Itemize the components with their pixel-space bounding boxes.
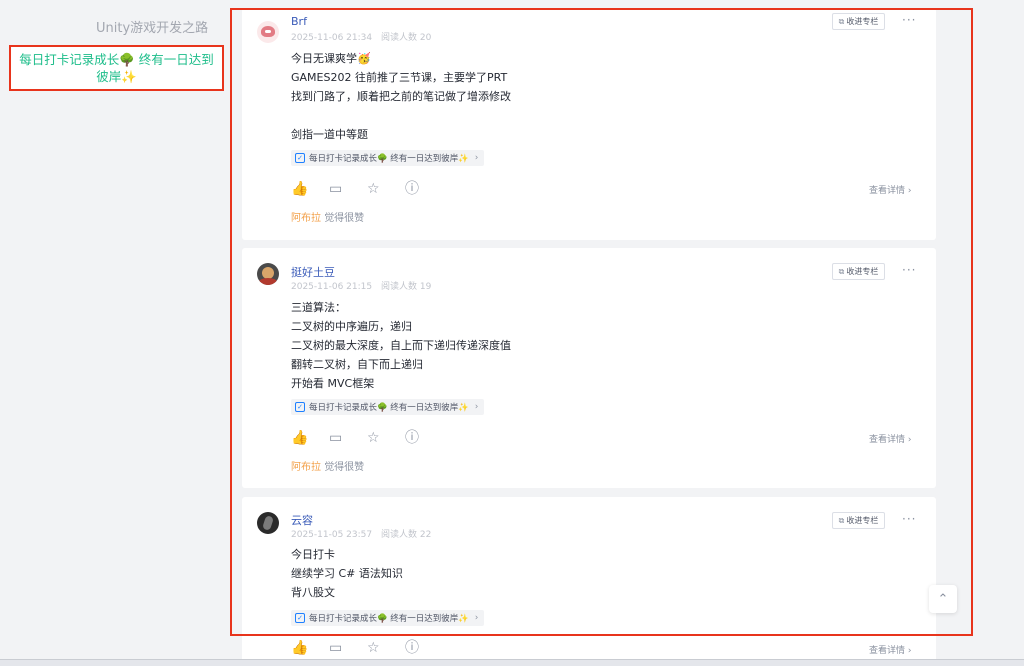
topic-tag[interactable]: ✓ 每日打卡记录成长🌳 终有一日达到彼岸✨ › — [291, 150, 485, 166]
topic-label: 每日打卡记录成长🌳 终有一日达到彼岸✨ — [309, 403, 469, 413]
author-name[interactable]: 云容 — [291, 512, 313, 528]
post-card: Brf 2025-11-06 21:34 阅读人数 20 ⧉ 收进专栏 ··· … — [242, 8, 936, 240]
topic-tag[interactable]: ✓ 每日打卡记录成长🌳 终有一日达到彼岸✨ › — [291, 610, 485, 626]
post-time: 2025-11-05 23:57 — [291, 530, 373, 540]
post-meta: 2025-11-06 21:34 阅读人数 20 — [291, 30, 437, 43]
collect-label: 收进专栏 — [846, 516, 879, 525]
post-card: 云容 2025-11-05 23:57 阅读人数 22 ⧉ 收进专栏 ··· 今… — [242, 497, 936, 666]
post-meta: 2025-11-06 21:15 阅读人数 19 — [291, 279, 437, 292]
more-button[interactable]: ··· — [902, 13, 916, 27]
more-button[interactable]: ··· — [902, 512, 916, 526]
post-actions: 👍 ▭ ☆ ⓘ — [291, 639, 451, 657]
topic-label: 每日打卡记录成长🌳 终有一日达到彼岸✨ — [309, 614, 469, 624]
collect-button[interactable]: ⧉ 收进专栏 — [832, 512, 885, 529]
avatar[interactable] — [257, 512, 279, 534]
horizontal-scrollbar[interactable] — [0, 659, 1024, 666]
detail-label: 查看详情 — [869, 186, 906, 196]
more-button[interactable]: ··· — [902, 263, 916, 277]
post-time: 2025-11-06 21:34 — [291, 33, 373, 43]
read-count: 阅读人数 22 — [380, 530, 432, 540]
view-detail-link[interactable]: 查看详情 › — [869, 432, 911, 445]
chevron-right-icon: › — [474, 613, 479, 623]
liked-user[interactable]: 阿布拉 — [291, 462, 321, 473]
thumbs-up-icon[interactable]: 👍 — [291, 429, 308, 447]
folder-icon: ⧉ — [838, 16, 845, 26]
folder-icon: ⧉ — [838, 515, 845, 525]
check-icon: ✓ — [295, 153, 305, 163]
thumbs-up-icon[interactable]: 👍 — [291, 180, 308, 198]
post-line: GAMES202 往前推了三节课，主要学了PRT — [291, 71, 508, 84]
check-icon: ✓ — [295, 613, 305, 623]
sidebar: Unity游戏开发之路 每日打卡记录成长🌳 终有一日达到彼岸✨ — [0, 0, 232, 666]
sidebar-item-active[interactable]: 每日打卡记录成长🌳 终有一日达到彼岸✨ — [9, 45, 224, 91]
collect-button[interactable]: ⧉ 收进专栏 — [832, 13, 885, 30]
avatar[interactable] — [257, 21, 279, 43]
sidebar-title[interactable]: Unity游戏开发之路 — [96, 17, 208, 36]
liked-suffix: 觉得很赞 — [324, 462, 365, 473]
check-icon: ✓ — [295, 402, 305, 412]
post-actions: 👍 ▭ ☆ ⓘ — [291, 180, 451, 198]
collect-label: 收进专栏 — [846, 267, 879, 276]
post-body: 今日无课爽学🥳 GAMES202 往前推了三节课，主要学了PRT 找到门路了，顺… — [291, 49, 511, 144]
post-actions: 👍 ▭ ☆ ⓘ — [291, 429, 451, 447]
read-count: 阅读人数 19 — [380, 282, 432, 292]
chevron-right-icon: › — [474, 402, 479, 412]
author-name[interactable]: Brf — [291, 15, 307, 28]
post-line: 翻转二叉树，自下而上递归 — [291, 358, 423, 371]
detail-label: 查看详情 — [869, 646, 906, 656]
report-icon[interactable]: ⓘ — [405, 639, 419, 657]
post-line: 继续学习 C# 语法知识 — [291, 567, 403, 580]
star-icon[interactable]: ☆ — [367, 429, 380, 447]
post-line: 剑指一道中等题 — [291, 128, 368, 141]
post-body: 三道算法： 二叉树的中序遍历，递归 二叉树的最大深度，自上而下递归传递深度值 翻… — [291, 298, 511, 393]
comment-icon[interactable]: ▭ — [329, 180, 342, 198]
post-line: 二叉树的最大深度，自上而下递归传递深度值 — [291, 339, 511, 352]
detail-label: 查看详情 — [869, 435, 906, 445]
chevron-right-icon: › — [474, 153, 479, 163]
folder-icon: ⧉ — [838, 266, 845, 276]
post-line: 今日无课爽学🥳 — [291, 52, 371, 65]
report-icon[interactable]: ⓘ — [405, 180, 419, 198]
liked-by: 阿布拉 觉得很赞 — [291, 458, 364, 473]
post-meta: 2025-11-05 23:57 阅读人数 22 — [291, 527, 437, 540]
post-line: 二叉树的中序遍历，递归 — [291, 320, 412, 333]
back-to-top-button[interactable]: ⌃ — [929, 585, 957, 613]
post-line: 背八股文 — [291, 586, 335, 599]
post-body: 今日打卡 继续学习 C# 语法知识 背八股文 — [291, 545, 403, 602]
topic-tag[interactable]: ✓ 每日打卡记录成长🌳 终有一日达到彼岸✨ › — [291, 399, 485, 415]
sidebar-item-label: 每日打卡记录成长🌳 终有一日达到彼岸✨ — [19, 52, 214, 84]
liked-by: 阿布拉 觉得很赞 — [291, 209, 364, 224]
liked-user[interactable]: 阿布拉 — [291, 213, 321, 224]
author-name[interactable]: 挺好土豆 — [291, 264, 335, 280]
view-detail-link[interactable]: 查看详情 › — [869, 183, 911, 196]
collect-label: 收进专栏 — [846, 17, 879, 26]
post-line: 三道算法： — [291, 301, 346, 314]
post-time: 2025-11-06 21:15 — [291, 282, 373, 292]
star-icon[interactable]: ☆ — [367, 639, 380, 657]
liked-suffix: 觉得很赞 — [324, 213, 365, 224]
arrow-up-icon: ⌃ — [937, 591, 949, 607]
post-line: 开始看 MVC框架 — [291, 377, 375, 390]
comment-icon[interactable]: ▭ — [329, 429, 342, 447]
read-count: 阅读人数 20 — [380, 33, 432, 43]
report-icon[interactable]: ⓘ — [405, 429, 419, 447]
post-line — [291, 106, 511, 125]
avatar[interactable] — [257, 263, 279, 285]
post-line: 今日打卡 — [291, 548, 335, 561]
post-card: 挺好土豆 2025-11-06 21:15 阅读人数 19 ⧉ 收进专栏 ···… — [242, 248, 936, 488]
view-detail-link[interactable]: 查看详情 › — [869, 643, 911, 656]
collect-button[interactable]: ⧉ 收进专栏 — [832, 263, 885, 280]
comment-icon[interactable]: ▭ — [329, 639, 342, 657]
star-icon[interactable]: ☆ — [367, 180, 380, 198]
thumbs-up-icon[interactable]: 👍 — [291, 639, 308, 657]
post-line: 找到门路了，顺着把之前的笔记做了增添修改 — [291, 90, 511, 103]
topic-label: 每日打卡记录成长🌳 终有一日达到彼岸✨ — [309, 154, 469, 164]
